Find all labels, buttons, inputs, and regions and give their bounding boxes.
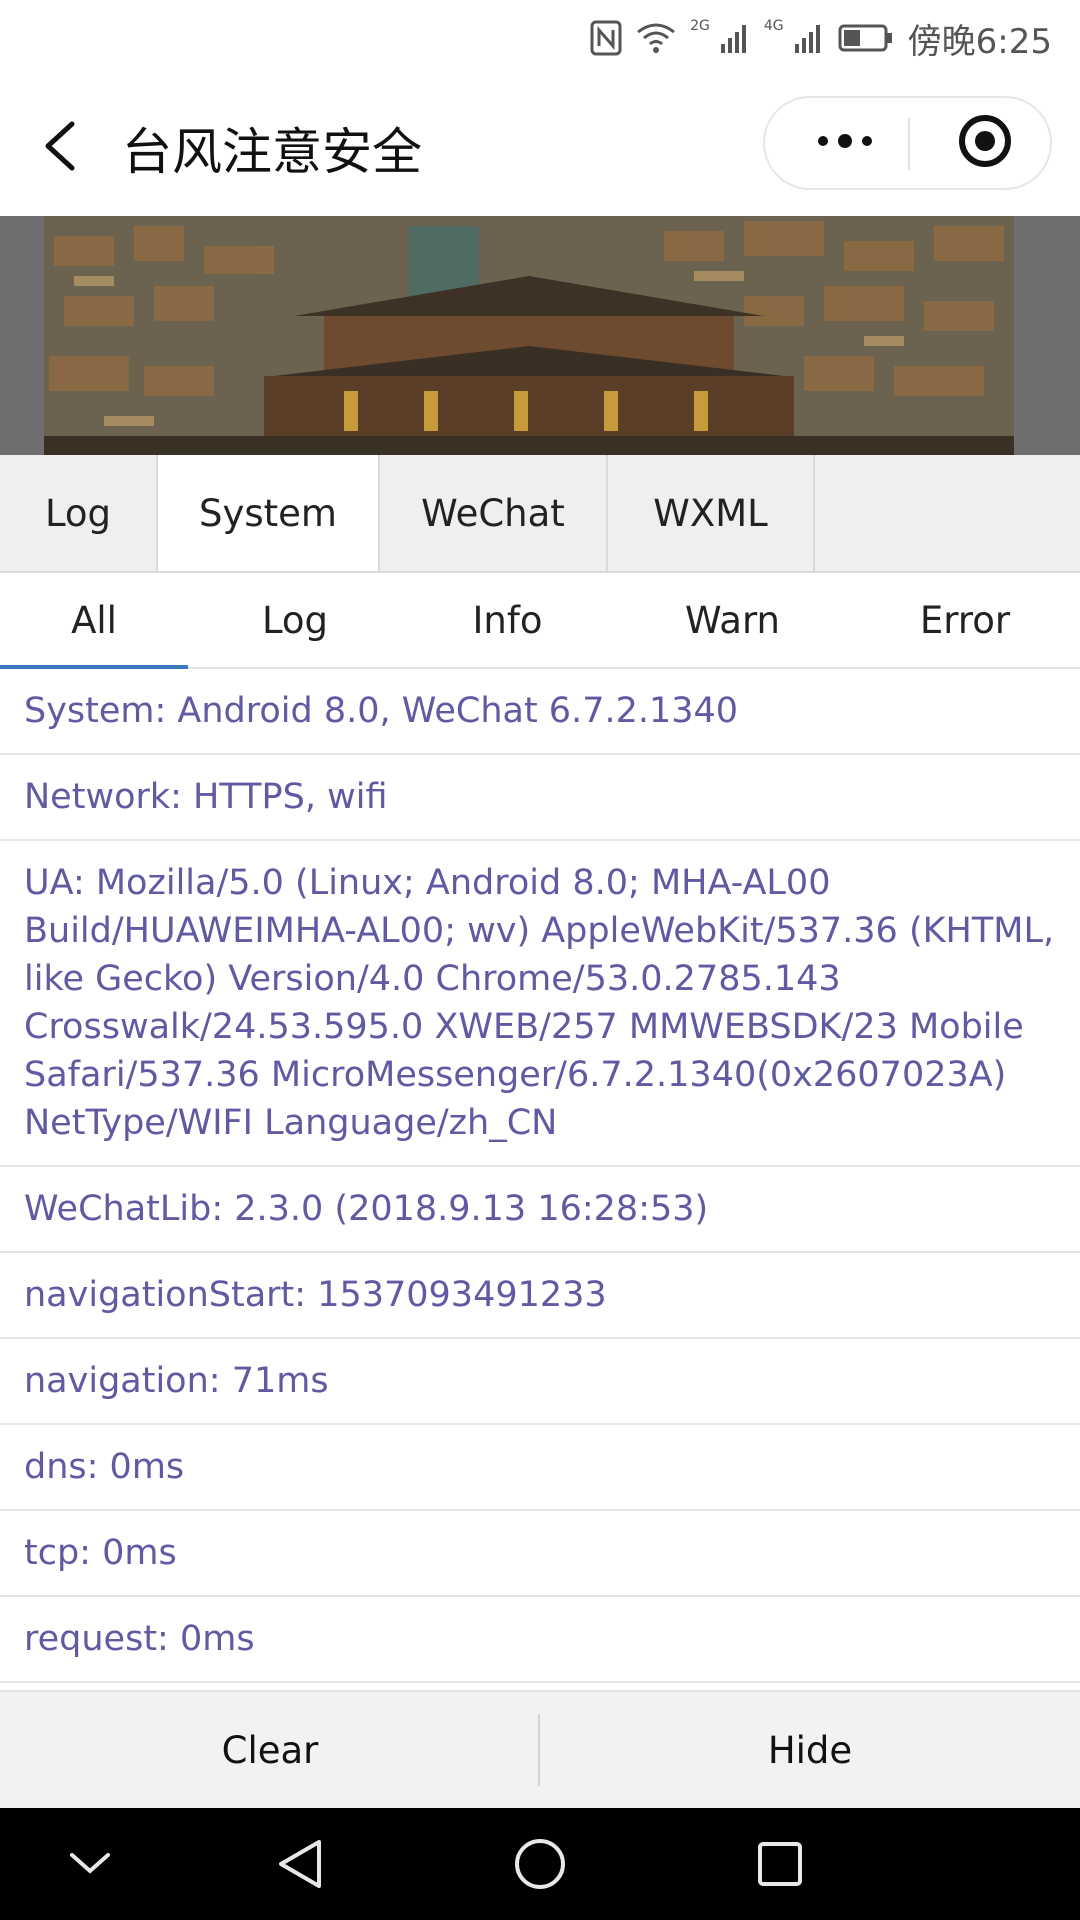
filter-tab-warn[interactable]: Warn (630, 573, 835, 667)
system-back-button[interactable] (270, 1836, 330, 1896)
log-row-wechatlib: WeChatLib: 2.3.0 (2018.9.13 16:28:53) (0, 1167, 1080, 1253)
page-title: 台风注意安全 (122, 123, 422, 181)
more-button[interactable] (785, 98, 905, 188)
back-button[interactable] (34, 116, 94, 176)
close-button[interactable] (930, 98, 1040, 188)
log-row-request: request: 0ms (0, 1597, 1080, 1683)
banner (0, 216, 1080, 455)
chevron-left-icon (34, 121, 94, 180)
log-row-navigation-start: navigationStart: 1537093491233 (0, 1253, 1080, 1339)
tab-system[interactable]: System (158, 455, 380, 571)
target-close-icon (957, 113, 1013, 173)
tab-log[interactable]: Log (0, 455, 158, 571)
tab-wxml[interactable]: WXML (608, 455, 815, 571)
chevron-down-icon (68, 1849, 112, 1883)
system-recents-button[interactable] (750, 1836, 810, 1896)
network-type-label: 2G (690, 18, 710, 34)
signal-icon (720, 20, 750, 56)
circle-home-icon (513, 1837, 567, 1895)
log-row-ua: UA: Mozilla/5.0 (Linux; Android 8.0; MHA… (0, 841, 1080, 1167)
log-row-tcp: tcp: 0ms (0, 1511, 1080, 1597)
square-recents-icon (756, 1840, 804, 1892)
signal-icon (794, 20, 824, 56)
status-bar: 2G 4G 傍晚6:25 (0, 0, 1080, 76)
filter-tab-error[interactable]: Error (860, 573, 1070, 667)
clear-button[interactable]: Clear (0, 1692, 540, 1808)
filter-tab-all[interactable]: All (0, 573, 188, 667)
banner-image (44, 216, 1014, 455)
system-home-button[interactable] (510, 1836, 570, 1896)
system-navigation-bar (0, 1808, 1080, 1920)
mini-program-capsule (763, 96, 1052, 190)
log-list[interactable]: System: Android 8.0, WeChat 6.7.2.1340 N… (0, 669, 1080, 1690)
collapse-button[interactable] (60, 1836, 120, 1896)
network-type-label: 4G (763, 18, 784, 34)
capsule-divider (908, 118, 910, 170)
bottom-action-bar: Clear Hide (0, 1690, 1080, 1808)
main-tabs: Log System WeChat WXML (0, 455, 1080, 573)
filter-tab-info[interactable]: Info (410, 573, 605, 667)
wifi-icon (636, 20, 676, 56)
triangle-back-icon (275, 1838, 325, 1894)
navigation-bar: 台风注意安全 (0, 76, 1080, 216)
nfc-icon (590, 20, 622, 56)
tab-wechat[interactable]: WeChat (380, 455, 608, 571)
log-row-navigation: navigation: 71ms (0, 1339, 1080, 1425)
log-row-system: System: Android 8.0, WeChat 6.7.2.1340 (0, 669, 1080, 755)
more-dots-icon (815, 133, 875, 153)
log-row-dns: dns: 0ms (0, 1425, 1080, 1511)
battery-icon (838, 20, 894, 56)
filter-tab-log[interactable]: Log (200, 573, 390, 667)
filter-tabs: All Log Info Warn Error (0, 573, 1080, 669)
log-row-network: Network: HTTPS, wifi (0, 755, 1080, 841)
hide-button[interactable]: Hide (540, 1692, 1080, 1808)
status-time: 傍晚6:25 (907, 21, 1052, 62)
